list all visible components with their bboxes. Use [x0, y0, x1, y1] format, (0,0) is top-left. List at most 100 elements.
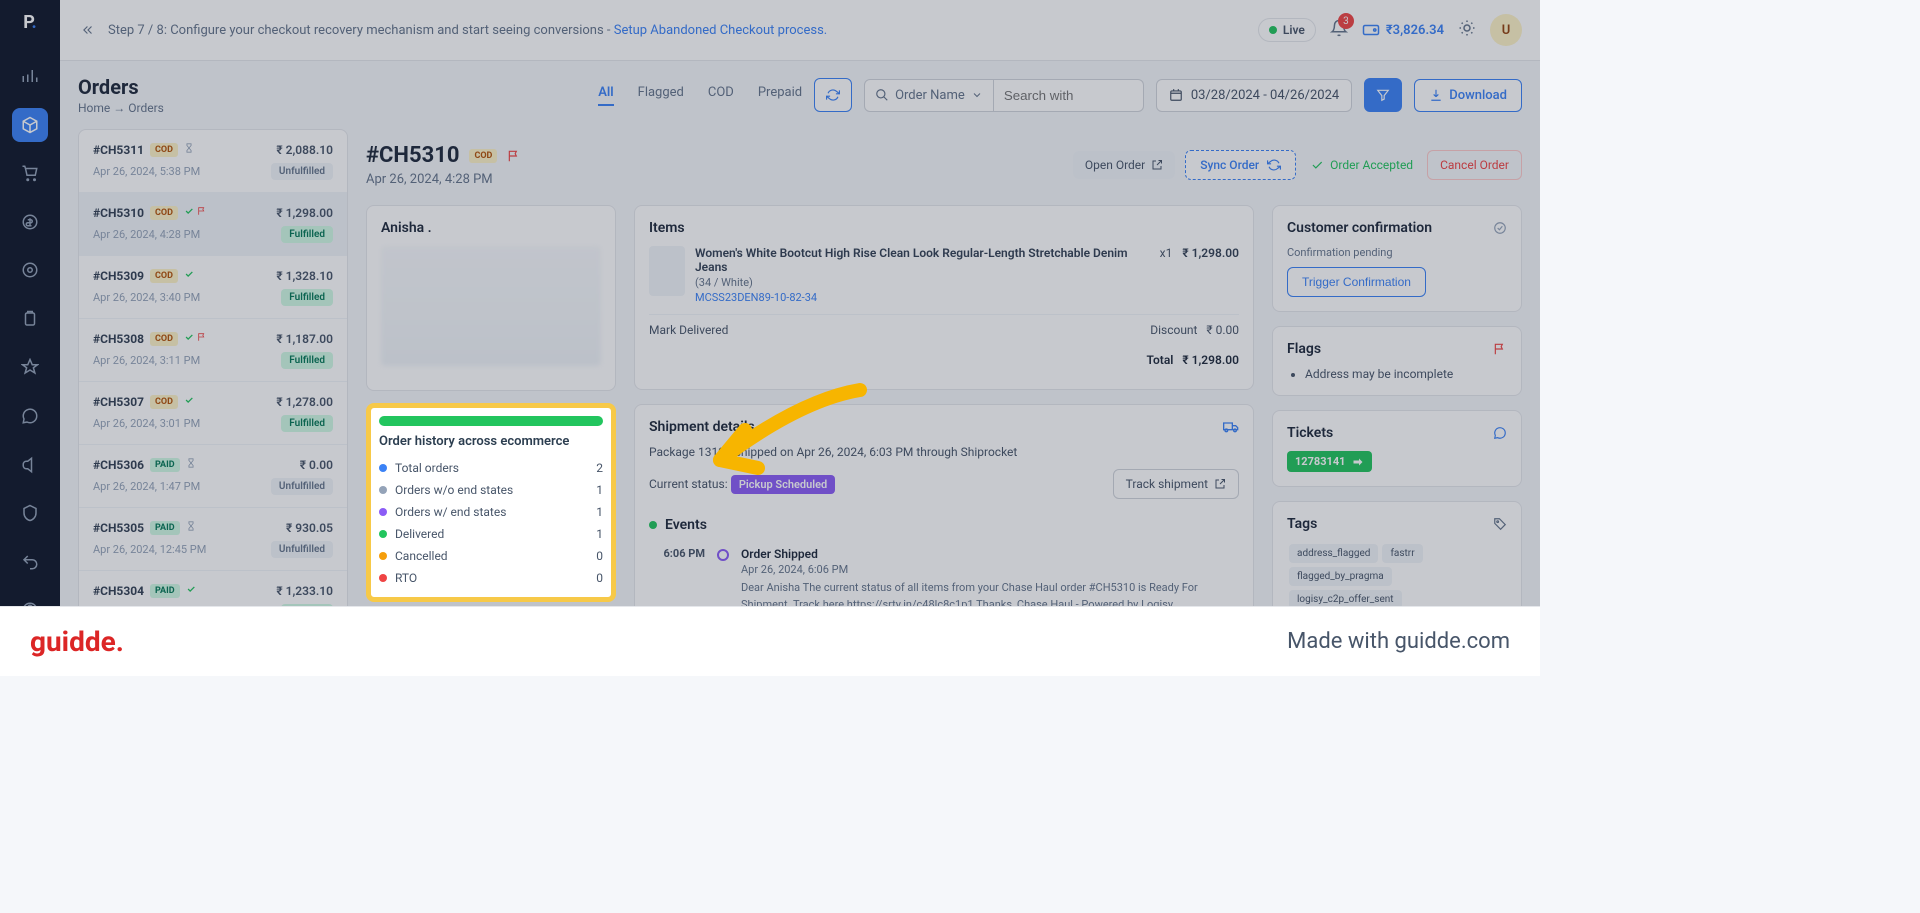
event-row: 6:06 PMOrder ShippedApr 26, 2024, 6:06 P… — [649, 547, 1239, 613]
open-order-button[interactable]: Open Order — [1073, 151, 1175, 179]
item-price: ₹ 1,298.00 — [1182, 246, 1239, 304]
notification-badge: 3 — [1338, 13, 1354, 29]
flags-title: Flags — [1287, 341, 1507, 357]
history-row: Orders w/ end states1 — [379, 501, 603, 523]
history-row: Total orders2 — [379, 457, 603, 479]
history-row: RTO0 — [379, 567, 603, 589]
sync-order-button[interactable]: Sync Order — [1185, 150, 1296, 180]
nav-megaphone[interactable] — [12, 447, 48, 482]
date-range-picker[interactable]: 03/28/2024 - 04/26/2024 — [1156, 79, 1352, 112]
footer-text: Made with guidde.com — [1287, 629, 1510, 654]
ticket-badge[interactable]: 12783141 — [1287, 451, 1372, 472]
check-circle-icon — [1493, 221, 1507, 235]
order-card[interactable]: #CH5311COD ₹ 2,088.10 Apr 26, 2024, 5:38… — [79, 130, 347, 193]
guidde-logo: guidde. — [30, 625, 124, 658]
nav-dashboard[interactable] — [12, 59, 48, 94]
mark-delivered-link[interactable]: Mark Delivered — [649, 323, 728, 337]
nav-star[interactable] — [12, 350, 48, 385]
wallet-balance[interactable]: ₹3,826.34 — [1362, 21, 1444, 39]
notification-icon[interactable]: 3 — [1330, 19, 1348, 41]
detail-date: Apr 26, 2024, 4:28 PM — [366, 172, 521, 187]
nav-location[interactable] — [12, 253, 48, 288]
track-shipment-button[interactable]: Track shipment — [1113, 469, 1239, 499]
sidebar-nav: P. — [0, 0, 60, 676]
page-title: Orders — [78, 75, 164, 99]
search-by-select[interactable]: Order Name — [864, 79, 994, 112]
confirmation-card: Customer confirmation Confirmation pendi… — [1272, 205, 1522, 312]
tag-chip[interactable]: fastrr — [1382, 544, 1422, 563]
flag-item: Address may be incomplete — [1305, 367, 1507, 381]
banner-collapse-icon[interactable] — [78, 20, 98, 40]
nav-undo[interactable] — [12, 544, 48, 579]
nav-chat[interactable] — [12, 399, 48, 434]
order-card[interactable]: #CH5308COD ₹ 1,187.00 Apr 26, 2024, 3:11… — [79, 319, 347, 382]
trigger-confirmation-button[interactable]: Trigger Confirmation — [1287, 267, 1426, 297]
item-image — [649, 246, 685, 296]
order-card[interactable]: #CH5309COD ₹ 1,328.10 Apr 26, 2024, 3:40… — [79, 256, 347, 319]
tag-chip[interactable]: flagged_by_pragma — [1289, 567, 1392, 586]
download-button[interactable]: Download — [1414, 79, 1522, 112]
tabs: All Flagged COD Prepaid — [598, 85, 802, 106]
filter-button[interactable] — [1364, 78, 1402, 112]
user-avatar[interactable]: U — [1490, 14, 1522, 46]
banner-link[interactable]: Setup Abandoned Checkout process. — [614, 23, 827, 38]
nav-clipboard[interactable] — [12, 302, 48, 337]
tags-title: Tags — [1287, 516, 1507, 532]
tag-chip[interactable]: address_flagged — [1289, 544, 1378, 563]
item-name: Women's White Bootcut High Rise Clean Lo… — [695, 246, 1150, 274]
nav-orders[interactable] — [12, 108, 48, 143]
tab-all[interactable]: All — [598, 85, 613, 106]
order-card[interactable]: #CH5307COD ₹ 1,278.00 Apr 26, 2024, 3:01… — [79, 382, 347, 445]
history-row: Delivered1 — [379, 523, 603, 545]
banner-text: Step 7 / 8: Configure your checkout reco… — [108, 23, 827, 38]
breadcrumb: Home → Orders — [78, 101, 164, 115]
order-detail: #CH5310 COD Apr 26, 2024, 4:28 PM Open O… — [366, 129, 1522, 658]
detail-order-id: #CH5310 — [366, 143, 459, 168]
history-row: Orders w/o end states1 — [379, 479, 603, 501]
events-title: Events — [649, 517, 1239, 533]
customer-card: Anisha . — [366, 205, 616, 391]
item-qty: x1 — [1160, 246, 1173, 304]
theme-icon[interactable] — [1458, 19, 1476, 41]
flag-icon — [1493, 342, 1507, 356]
chat-icon[interactable] — [1493, 426, 1507, 440]
history-title: Order history across ecommerce — [379, 434, 603, 449]
flags-card: Flags Address may be incomplete — [1272, 326, 1522, 396]
items-title: Items — [649, 220, 1239, 236]
tickets-card: Tickets 12783141 — [1272, 410, 1522, 487]
nav-revenue[interactable] — [12, 205, 48, 240]
flag-icon — [507, 149, 521, 163]
customer-name: Anisha . — [381, 220, 601, 236]
history-row: Cancelled0 — [379, 545, 603, 567]
refresh-button[interactable] — [814, 78, 852, 112]
tickets-title: Tickets — [1287, 425, 1507, 441]
item-sku[interactable]: MCSS23DEN89-10-82-34 — [695, 291, 1150, 304]
tab-prepaid[interactable]: Prepaid — [758, 85, 802, 106]
order-accepted-status: Order Accepted — [1306, 151, 1417, 179]
items-card: Items Women's White Bootcut High Rise Cl… — [634, 205, 1254, 390]
app-logo: P. — [0, 8, 60, 45]
item-variant: (34 / White) — [695, 276, 1150, 289]
shipment-title: Shipment details — [649, 419, 1239, 435]
confirmation-title: Customer confirmation — [1287, 220, 1507, 236]
confirmation-pending: Confirmation pending — [1287, 246, 1507, 259]
shipment-desc: Package 13194 shipped on Apr 26, 2024, 6… — [649, 445, 1239, 459]
nav-shield[interactable] — [12, 496, 48, 531]
order-card[interactable]: #CH5310COD ₹ 1,298.00 Apr 26, 2024, 4:28… — [79, 193, 347, 256]
live-badge: Live — [1258, 18, 1316, 42]
search-input[interactable] — [994, 79, 1144, 112]
truck-icon — [1223, 419, 1239, 435]
order-list[interactable]: #CH5311COD ₹ 2,088.10 Apr 26, 2024, 5:38… — [78, 129, 348, 658]
shipment-status-badge: Pickup Scheduled — [731, 475, 835, 494]
order-card[interactable]: #CH5305Paid ₹ 930.05 Apr 26, 2024, 12:45… — [79, 508, 347, 571]
nav-cart[interactable] — [12, 156, 48, 191]
footer-bar: guidde. Made with guidde.com — [0, 606, 1540, 676]
top-banner: Step 7 / 8: Configure your checkout reco… — [60, 0, 1540, 61]
page-header: Orders Home → Orders All Flagged COD Pre… — [60, 61, 1540, 129]
tab-cod[interactable]: COD — [708, 85, 734, 106]
tag-icon — [1493, 517, 1507, 531]
tab-flagged[interactable]: Flagged — [638, 85, 684, 106]
order-history-card: Order history across ecommerce Total ord… — [366, 403, 616, 602]
order-card[interactable]: #CH5306Paid ₹ 0.00 Apr 26, 2024, 1:47 PM… — [79, 445, 347, 508]
cancel-order-button[interactable]: Cancel Order — [1427, 150, 1522, 180]
